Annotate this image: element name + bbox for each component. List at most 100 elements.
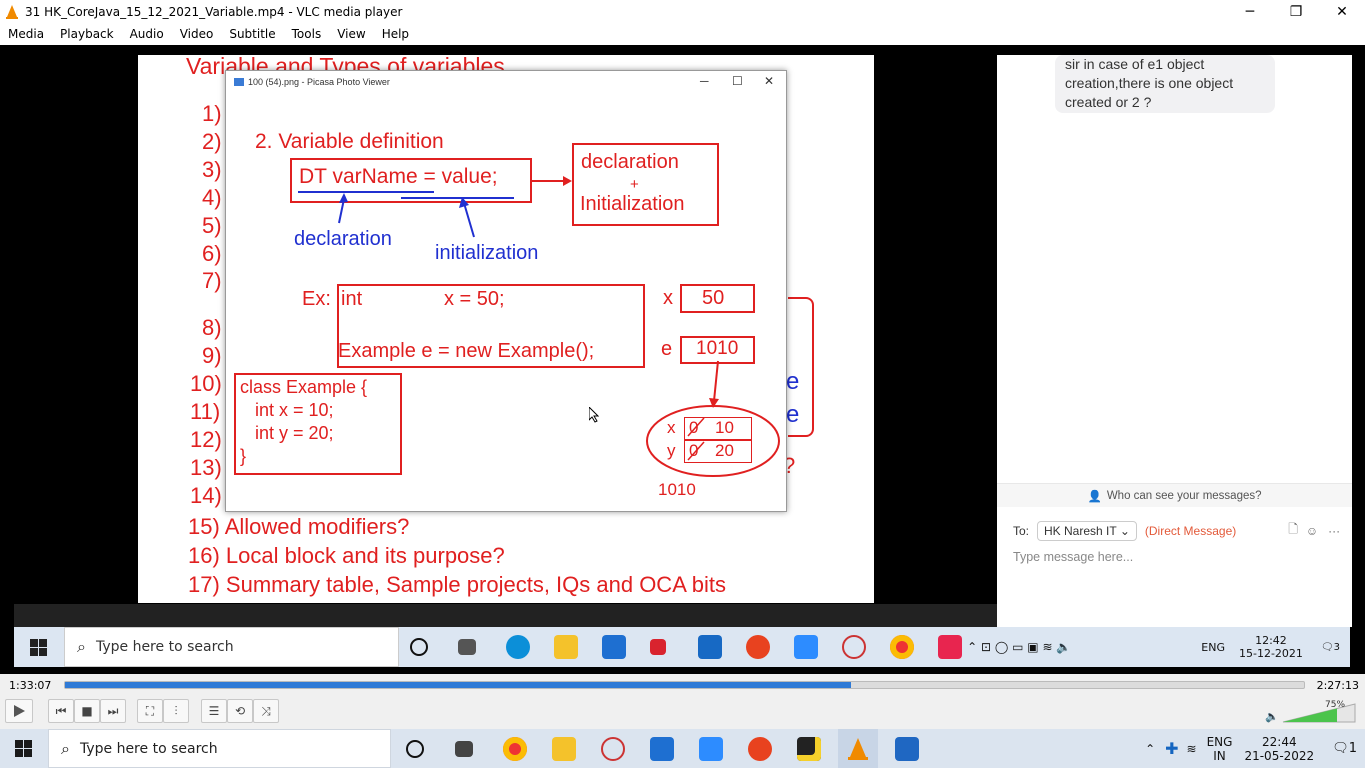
seek-bar-fill [65,682,851,688]
file-icon[interactable]: 🗋 [1288,520,1298,541]
object-x-label: x [667,418,676,437]
search-icon: ⌕ [77,637,86,656]
chrome-icon[interactable] [503,737,527,761]
slide-item-num: 9) [202,343,222,368]
previous-button[interactable]: ⏮ [48,699,74,723]
store-icon[interactable] [650,737,674,761]
video-area[interactable]: Variable and Types of variables 1) 2) 3)… [0,45,1365,674]
shuffle-button[interactable]: ⤨ [253,699,279,723]
fullscreen-button[interactable]: ⛶ [137,699,163,723]
shuffle-icon: ⤨ [261,703,271,718]
slide-item-num: 1) [202,101,222,126]
task-view-icon[interactable] [455,741,473,757]
more-icon[interactable]: ··· [1328,524,1340,538]
recipient-dropdown[interactable]: HK Naresh IT ⌄ [1037,520,1137,541]
chrome-icon [890,635,914,659]
slide-item-num: 6) [202,241,222,266]
menu-playback[interactable]: Playback [52,27,122,41]
windows-start-icon [30,639,47,656]
maximize-button[interactable]: ❐ [1273,0,1319,23]
loop-button[interactable]: ⟲ [227,699,253,723]
menu-video[interactable]: Video [172,27,222,41]
elapsed-time: 1:33:07 [9,679,52,692]
recorded-search-text: Type here to search [95,639,234,655]
slide-item-num: 11) [190,399,221,424]
object-address: 1010 [658,480,696,499]
screen-recorder-icon [938,635,962,659]
volume-percent: 75% [1325,700,1346,710]
svg-text:🔈: 🔈 [1265,710,1279,723]
var-e-value: 1010 [696,338,739,359]
menu-subtitle[interactable]: Subtitle [221,27,283,41]
object-y-label: y [667,441,676,460]
mail-icon [698,635,722,659]
chevron-down-icon: ⌄ [1119,523,1130,538]
search-icon: ⌕ [61,738,70,758]
windows-start-icon[interactable] [15,740,32,757]
menu-view[interactable]: View [329,27,373,41]
class-line: int x = 10; [240,400,334,420]
who-can-see-link[interactable]: 👤 Who can see your messages? [997,483,1352,507]
recorder-icon[interactable] [748,737,772,761]
notification-count: 1 [1348,741,1357,756]
close-button[interactable]: ✕ [1319,0,1365,23]
extended-settings-button[interactable]: ⫶ [163,699,189,723]
slide-item-num: 10) [190,371,222,396]
menu-help[interactable]: Help [374,27,417,41]
file-explorer-icon [554,635,578,659]
menu-tools[interactable]: Tools [284,27,330,41]
taskbar-search-box[interactable]: ⌕ Type here to search [48,729,391,768]
notification-icon[interactable]: 🗨1 [1332,741,1357,756]
vlc-taskbar-button[interactable] [838,729,878,768]
file-explorer-icon[interactable] [552,737,576,761]
slide-item-num: 7) [202,268,222,293]
menu-bar: Media Playback Audio Video Subtitle Tool… [0,23,1365,45]
vlc-cone-icon [848,738,868,760]
slide-item-17: 17) Summary table, Sample projects, IQs … [188,572,727,597]
window-title-bar: 31 HK_CoreJava_15_12_2021_Variable.mp4 -… [0,0,1365,23]
volume-slider[interactable]: 🔈 75% [1265,700,1359,724]
tray-time[interactable]: 22:44 [1262,735,1297,749]
picasa-photo-viewer[interactable]: 100 (54).png - Picasa Photo Viewer ─ ☐ ✕… [225,70,787,512]
slide-item-num: 8) [202,315,222,340]
object-y-old: 0 [689,441,699,460]
menu-media[interactable]: Media [0,27,52,41]
plus-icon[interactable]: ✚ [1165,739,1178,758]
message-input[interactable]: Type message here... [1013,550,1133,564]
store-icon [602,635,626,659]
class-line: class Example { [240,377,368,397]
var-x-label: x [663,287,673,309]
play-button[interactable] [5,699,33,723]
recorded-time: 12:42 [1255,634,1287,647]
stop-icon: ■ [81,704,93,718]
slide-item-num: 3) [202,157,222,182]
cortana-icon[interactable] [406,740,424,758]
tray-date[interactable]: 21-05-2022 [1244,749,1314,763]
menu-audio[interactable]: Audio [122,27,172,41]
example-line2: Example e = new Example(); [338,340,595,362]
next-button[interactable]: ⏭ [100,699,126,723]
tray-lang[interactable]: ENG [1207,735,1233,749]
wifi-icon[interactable]: ≋ [1187,742,1197,756]
emoji-icon[interactable]: ☺ [1306,524,1318,538]
fullscreen-icon: ⛶ [145,703,155,718]
tray-chevron-icon[interactable]: ⌃ [1145,742,1155,756]
sticky-notes-icon[interactable] [797,737,821,761]
photos-icon[interactable] [895,737,919,761]
snip-icon[interactable] [601,737,625,761]
example-line1-rest: x = 50; [444,288,505,310]
to-label: To: [1013,523,1030,538]
seek-row: 1:33:07 2:27:13 [0,674,1365,696]
minimize-button[interactable]: ─ [1227,0,1273,23]
recipient-row: To: HK Naresh IT ⌄ (Direct Message) 🗋 ☺ … [1013,520,1340,541]
stop-button[interactable]: ■ [74,699,100,723]
video-bottom-strip [14,604,998,627]
next-icon: ⏭ [107,703,119,718]
playlist-button[interactable]: ☰ [201,699,227,723]
control-row: ⏮ ■ ⏭ ⛶ ⫶ ☰ ⟲ ⤨ 🔈 75% [0,696,1365,729]
seek-bar[interactable] [64,681,1305,689]
zoom-icon[interactable] [699,737,723,761]
var-e-label: e [661,338,673,360]
tray-region[interactable]: IN [1213,749,1226,763]
example-line1-type: int [341,288,363,310]
